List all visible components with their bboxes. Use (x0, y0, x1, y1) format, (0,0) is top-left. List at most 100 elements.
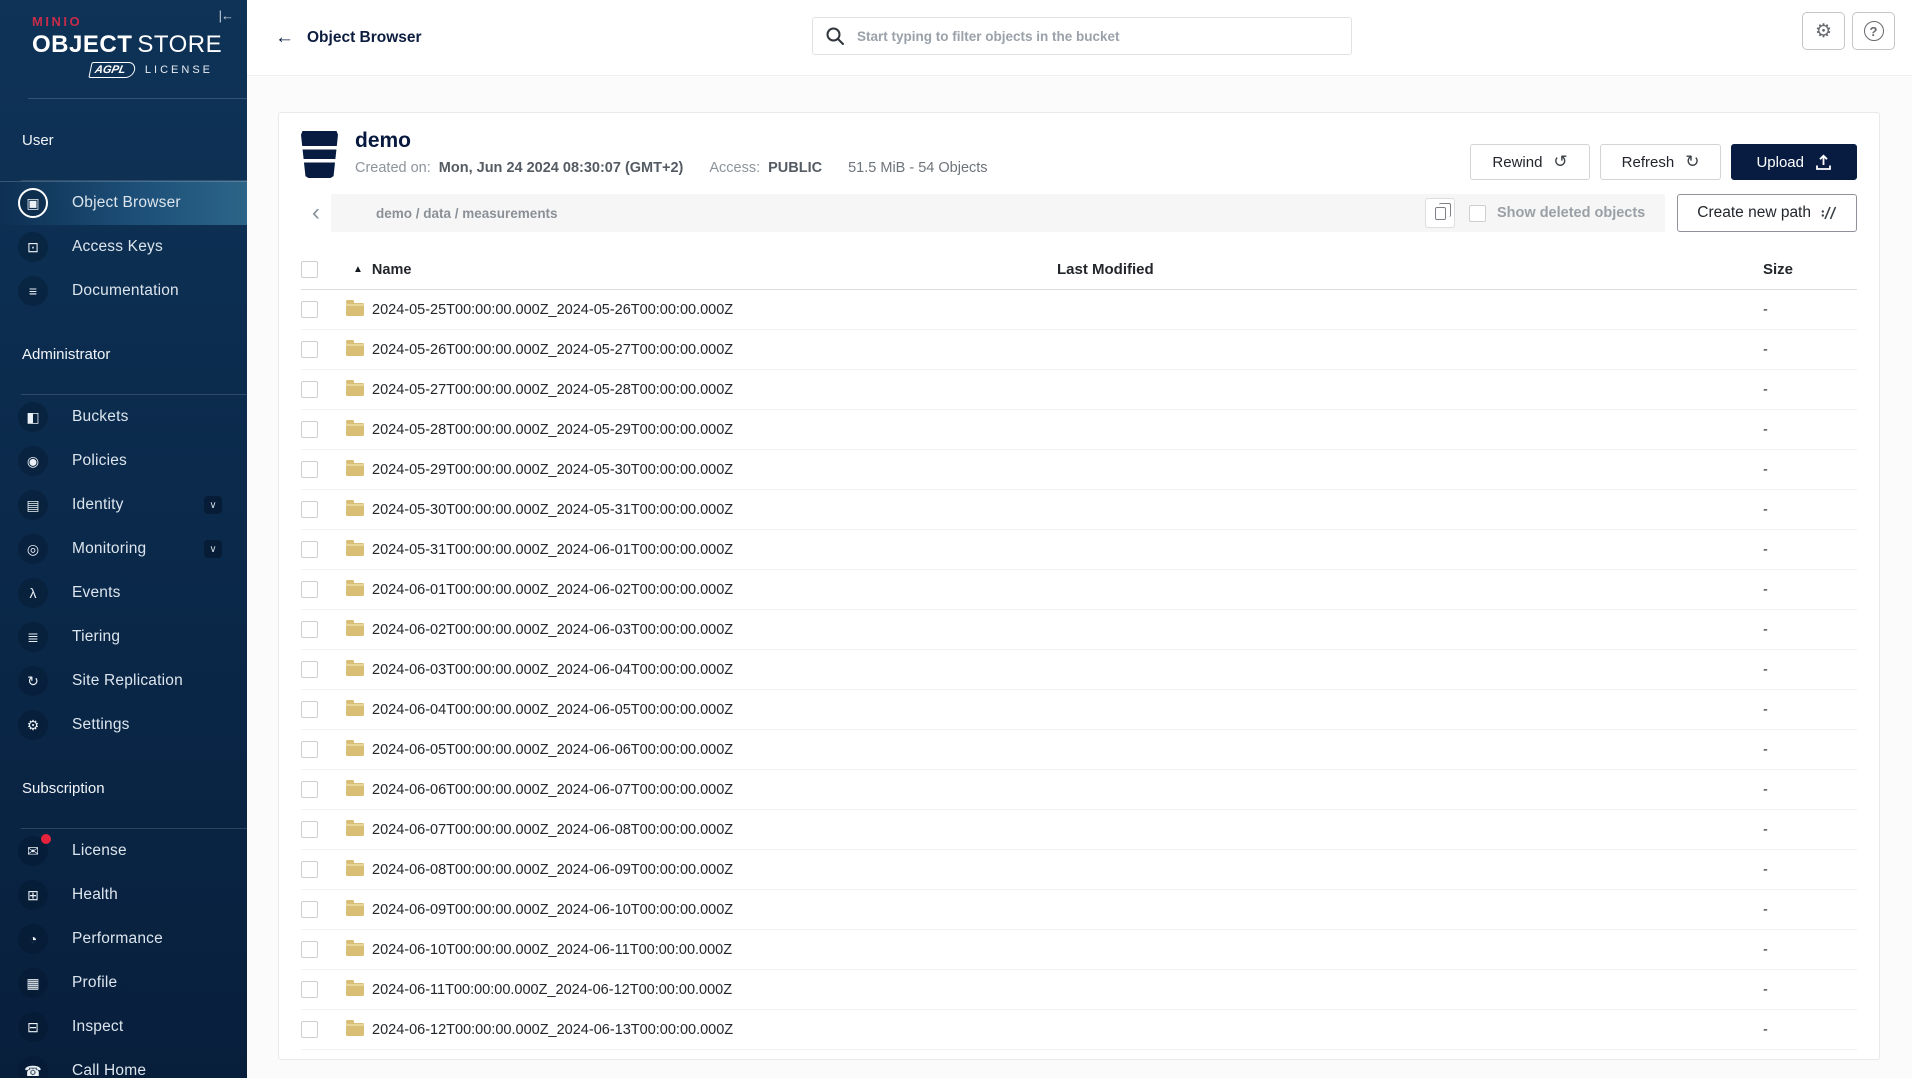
row-checkbox[interactable] (301, 901, 318, 918)
select-all-checkbox[interactable] (301, 261, 318, 278)
sidebar-item-health[interactable]: ⊞ Health ∨ (0, 873, 247, 917)
breadcrumb[interactable]: demo / data / measurements (376, 206, 1425, 221)
sidebar-item-settings[interactable]: ⚙ Settings ∨ (0, 703, 247, 747)
sidebar-item-label: Buckets (72, 408, 129, 425)
sidebar-section-subscription: Subscription ✉ License ∨ ⊞ Health ∨ (0, 779, 247, 1078)
sidebar-item-policies[interactable]: ◉ Policies ∨ (0, 439, 247, 483)
sidebar-item-label: Site Replication (72, 672, 183, 689)
sidebar-item-access-keys[interactable]: ⊡ Access Keys ∨ (0, 225, 247, 269)
row-checkbox[interactable] (301, 701, 318, 718)
object-size: - (1763, 861, 1768, 878)
refresh-button[interactable]: Refresh ↻ (1599, 144, 1722, 180)
policies-icon: ◉ (26, 453, 40, 469)
table-row[interactable]: 2024-05-26T00:00:00.000Z_2024-05-27T00:0… (301, 330, 1857, 370)
object-name: 2024-06-01T00:00:00.000Z_2024-06-02T00:0… (372, 581, 734, 598)
row-checkbox[interactable] (301, 621, 318, 638)
bucket-name: demo (355, 129, 412, 152)
tiering-icon: ≣ (27, 629, 39, 645)
folder-icon (346, 780, 364, 796)
license-icon: ✉ (27, 843, 39, 859)
table-row[interactable]: 2024-06-02T00:00:00.000Z_2024-06-03T00:0… (301, 610, 1857, 650)
license-label: LICENSE (144, 64, 213, 76)
section-title-subscription: Subscription (22, 780, 105, 797)
object-size: - (1763, 381, 1768, 398)
table-row[interactable]: 2024-05-31T00:00:00.000Z_2024-06-01T00:0… (301, 530, 1857, 570)
row-checkbox[interactable] (301, 821, 318, 838)
content-area: demo Created on: Mon, Jun 24 2024 08:30:… (247, 76, 1912, 1078)
path-back-chevron-icon[interactable]: ‹ (301, 195, 331, 231)
sidebar-item-tiering[interactable]: ≣ Tiering ∨ (0, 615, 247, 659)
sidebar: |← MINIO OBJECT STORE AGPL LICENSE User ▣… (0, 0, 247, 1078)
row-checkbox[interactable] (301, 501, 318, 518)
sidebar-item-documentation[interactable]: ≡ Documentation ∨ (0, 269, 247, 313)
sidebar-item-call-home[interactable]: ☎ Call Home ∨ (0, 1049, 247, 1078)
folder-icon (346, 340, 364, 356)
row-checkbox[interactable] (301, 741, 318, 758)
help-button[interactable]: ? (1852, 12, 1895, 50)
sidebar-item-identity[interactable]: ▤ Identity ∨ (0, 483, 247, 527)
table-row[interactable]: 2024-06-04T00:00:00.000Z_2024-06-05T00:0… (301, 690, 1857, 730)
table-row[interactable]: 2024-06-10T00:00:00.000Z_2024-06-11T00:0… (301, 930, 1857, 970)
back-arrow-icon[interactable]: ← (275, 27, 294, 49)
column-header-name[interactable]: ▲ Name (346, 262, 1035, 278)
table-row[interactable]: 2024-06-01T00:00:00.000Z_2024-06-02T00:0… (301, 570, 1857, 610)
row-checkbox[interactable] (301, 1021, 318, 1038)
row-checkbox[interactable] (301, 941, 318, 958)
table-row[interactable]: 2024-06-03T00:00:00.000Z_2024-06-04T00:0… (301, 650, 1857, 690)
table-row[interactable]: 2024-05-30T00:00:00.000Z_2024-05-31T00:0… (301, 490, 1857, 530)
divider (28, 98, 247, 99)
folder-icon (346, 660, 364, 676)
sidebar-item-buckets[interactable]: ◧ Buckets ∨ (0, 395, 247, 439)
settings-icon: ⚙ (26, 717, 40, 733)
rewind-button[interactable]: Rewind ↺ (1470, 144, 1590, 180)
folder-icon (346, 820, 364, 836)
table-row[interactable]: 2024-05-28T00:00:00.000Z_2024-05-29T00:0… (301, 410, 1857, 450)
sidebar-item-object-browser[interactable]: ▣ Object Browser ∨ (0, 181, 247, 225)
sidebar-item-inspect[interactable]: ⊟ Inspect ∨ (0, 1005, 247, 1049)
row-checkbox[interactable] (301, 341, 318, 358)
sidebar-item-site-replication[interactable]: ↻ Site Replication ∨ (0, 659, 247, 703)
sidebar-item-license[interactable]: ✉ License ∨ (0, 829, 247, 873)
object-size: - (1763, 341, 1768, 358)
row-checkbox[interactable] (301, 381, 318, 398)
table-row[interactable]: 2024-06-11T00:00:00.000Z_2024-06-12T00:0… (301, 970, 1857, 1010)
sidebar-item-monitoring[interactable]: ◎ Monitoring ∨ (0, 527, 247, 571)
table-row[interactable]: 2024-05-27T00:00:00.000Z_2024-05-28T00:0… (301, 370, 1857, 410)
site-replication-icon: ↻ (27, 673, 39, 689)
row-checkbox[interactable] (301, 301, 318, 318)
show-deleted-checkbox[interactable] (1469, 204, 1486, 222)
search-input[interactable] (812, 17, 1352, 55)
object-size: - (1763, 501, 1768, 518)
row-checkbox[interactable] (301, 461, 318, 478)
row-checkbox[interactable] (301, 541, 318, 558)
sidebar-item-profile[interactable]: ▦ Profile ∨ (0, 961, 247, 1005)
row-checkbox[interactable] (301, 781, 318, 798)
sidebar-item-performance[interactable]: ◔ Performance ∨ (0, 917, 247, 961)
sidebar-item-label: Profile (72, 974, 118, 991)
chevron-down-icon[interactable]: ∨ (204, 540, 222, 558)
create-new-path-button[interactable]: Create new path (1677, 194, 1857, 232)
table-row[interactable]: 2024-06-05T00:00:00.000Z_2024-06-06T00:0… (301, 730, 1857, 770)
object-size: - (1763, 901, 1768, 918)
access-value[interactable]: PUBLIC (768, 160, 822, 176)
upload-button[interactable]: Upload (1731, 144, 1857, 180)
agpl-badge-icon: AGPL (88, 62, 137, 78)
row-checkbox[interactable] (301, 421, 318, 438)
row-checkbox[interactable] (301, 581, 318, 598)
table-row[interactable]: 2024-06-07T00:00:00.000Z_2024-06-08T00:0… (301, 810, 1857, 850)
table-row[interactable]: 2024-06-12T00:00:00.000Z_2024-06-13T00:0… (301, 1010, 1857, 1050)
table-row[interactable]: 2024-05-29T00:00:00.000Z_2024-05-30T00:0… (301, 450, 1857, 490)
sidebar-item-events[interactable]: λ Events ∨ (0, 571, 247, 615)
gear-icon: ⚙ (1814, 20, 1833, 42)
row-checkbox[interactable] (301, 981, 318, 998)
table-row[interactable]: 2024-06-08T00:00:00.000Z_2024-06-09T00:0… (301, 850, 1857, 890)
table-row[interactable]: 2024-06-06T00:00:00.000Z_2024-06-07T00:0… (301, 770, 1857, 810)
settings-button[interactable]: ⚙ (1802, 12, 1845, 50)
collapse-sidebar-icon[interactable]: |← (219, 8, 234, 23)
table-row[interactable]: 2024-06-09T00:00:00.000Z_2024-06-10T00:0… (301, 890, 1857, 930)
row-checkbox[interactable] (301, 861, 318, 878)
copy-path-button[interactable] (1425, 198, 1455, 228)
row-checkbox[interactable] (301, 661, 318, 678)
table-row[interactable]: 2024-05-25T00:00:00.000Z_2024-05-26T00:0… (301, 290, 1857, 330)
chevron-down-icon[interactable]: ∨ (204, 496, 222, 514)
